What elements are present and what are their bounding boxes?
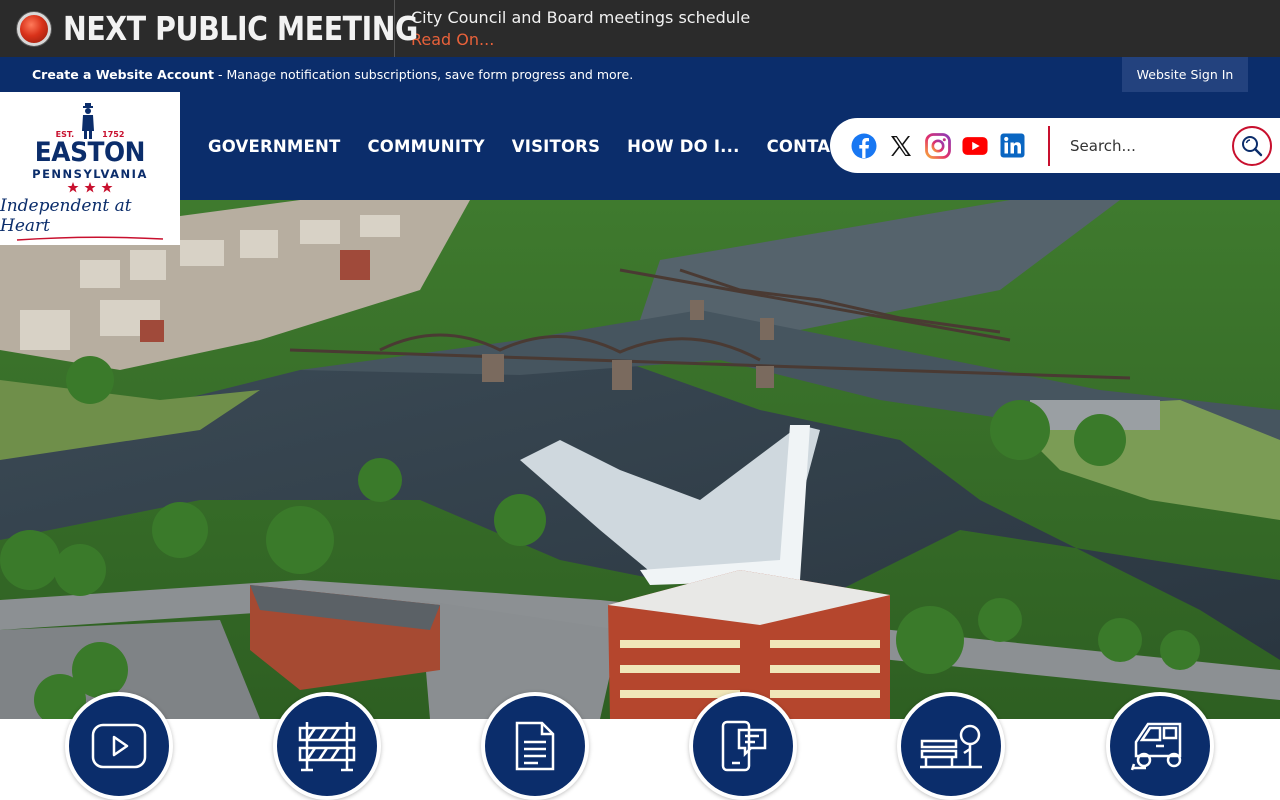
street-sweeper-icon bbox=[1130, 722, 1182, 771]
search-button[interactable] bbox=[1232, 126, 1272, 166]
facebook-icon[interactable] bbox=[851, 133, 877, 159]
youtube-icon[interactable] bbox=[962, 133, 988, 159]
quick-link-video[interactable] bbox=[65, 692, 173, 800]
logo-tagline: Independent at Heart bbox=[0, 196, 132, 236]
alert-title: NEXT PUBLIC MEETING bbox=[63, 9, 418, 48]
alert-dot-icon bbox=[17, 11, 51, 46]
quick-link-notify-circle bbox=[693, 696, 793, 796]
mobile-chat-icon bbox=[721, 720, 767, 772]
quick-link-road-closures[interactable] bbox=[273, 692, 381, 800]
nav-item-how-do-i[interactable]: HOW DO I... bbox=[627, 137, 739, 156]
instagram-icon[interactable] bbox=[925, 132, 951, 159]
quick-link-notify[interactable] bbox=[689, 692, 797, 800]
quick-links-strip bbox=[0, 719, 1280, 800]
create-account-description: - Manage notification subscriptions, sav… bbox=[214, 67, 634, 82]
alert-description: City Council and Board meetings schedule bbox=[411, 7, 751, 27]
quick-link-parks[interactable] bbox=[897, 692, 1005, 800]
quick-link-documents[interactable] bbox=[481, 692, 589, 800]
x-icon[interactable] bbox=[888, 133, 914, 159]
quick-link-documents-circle bbox=[485, 696, 585, 796]
account-message: Create a Website Account - Manage notifi… bbox=[32, 67, 633, 82]
document-icon bbox=[515, 721, 555, 771]
logo-city-name: EASTON bbox=[34, 137, 146, 168]
search-input[interactable] bbox=[1070, 136, 1230, 155]
nav-item-community[interactable]: COMMUNITY bbox=[367, 137, 484, 156]
quick-link-street-sweeping-circle bbox=[1110, 696, 1210, 796]
quick-link-street-sweeping[interactable] bbox=[1106, 692, 1214, 800]
account-bar: Create a Website Account - Manage notifi… bbox=[0, 57, 1280, 92]
alert-read-on-link[interactable]: Read On... bbox=[411, 29, 750, 51]
town-crier-icon bbox=[82, 103, 95, 139]
logo-state-name: PENNSYLVANIA bbox=[32, 167, 148, 181]
search-icon bbox=[1242, 136, 1263, 157]
hero-banner-image bbox=[0, 200, 1280, 719]
alert-heading: NEXT PUBLIC MEETING bbox=[0, 0, 418, 57]
linkedin-icon[interactable] bbox=[999, 133, 1025, 159]
logo-swoosh-icon bbox=[16, 236, 164, 241]
logo-emblem: EST. 1752 bbox=[56, 103, 124, 139]
website-sign-in-button[interactable]: Website Sign In bbox=[1122, 57, 1248, 92]
logo-stars-icon bbox=[67, 182, 113, 193]
header-tools bbox=[830, 118, 1280, 173]
city-logo[interactable]: EST. 1752 EASTON PENNSYLVANIA Independen… bbox=[0, 92, 180, 245]
park-bench-icon bbox=[920, 724, 982, 769]
quick-link-video-circle bbox=[69, 696, 169, 796]
alert-content: City Council and Board meetings schedule… bbox=[395, 7, 750, 51]
tools-divider bbox=[1048, 125, 1050, 166]
quick-link-parks-circle bbox=[901, 696, 1001, 796]
nav-item-visitors[interactable]: VISITORS bbox=[512, 137, 600, 156]
main-navigation: GOVERNMENT COMMUNITY VISITORS HOW DO I..… bbox=[208, 92, 881, 200]
alert-bar: NEXT PUBLIC MEETING City Council and Boa… bbox=[0, 0, 1280, 57]
video-play-icon bbox=[91, 723, 147, 769]
road-barrier-icon bbox=[298, 722, 356, 772]
create-account-link[interactable]: Create a Website Account bbox=[32, 67, 214, 82]
nav-item-government[interactable]: GOVERNMENT bbox=[208, 137, 340, 156]
quick-link-road-closures-circle bbox=[277, 696, 377, 796]
